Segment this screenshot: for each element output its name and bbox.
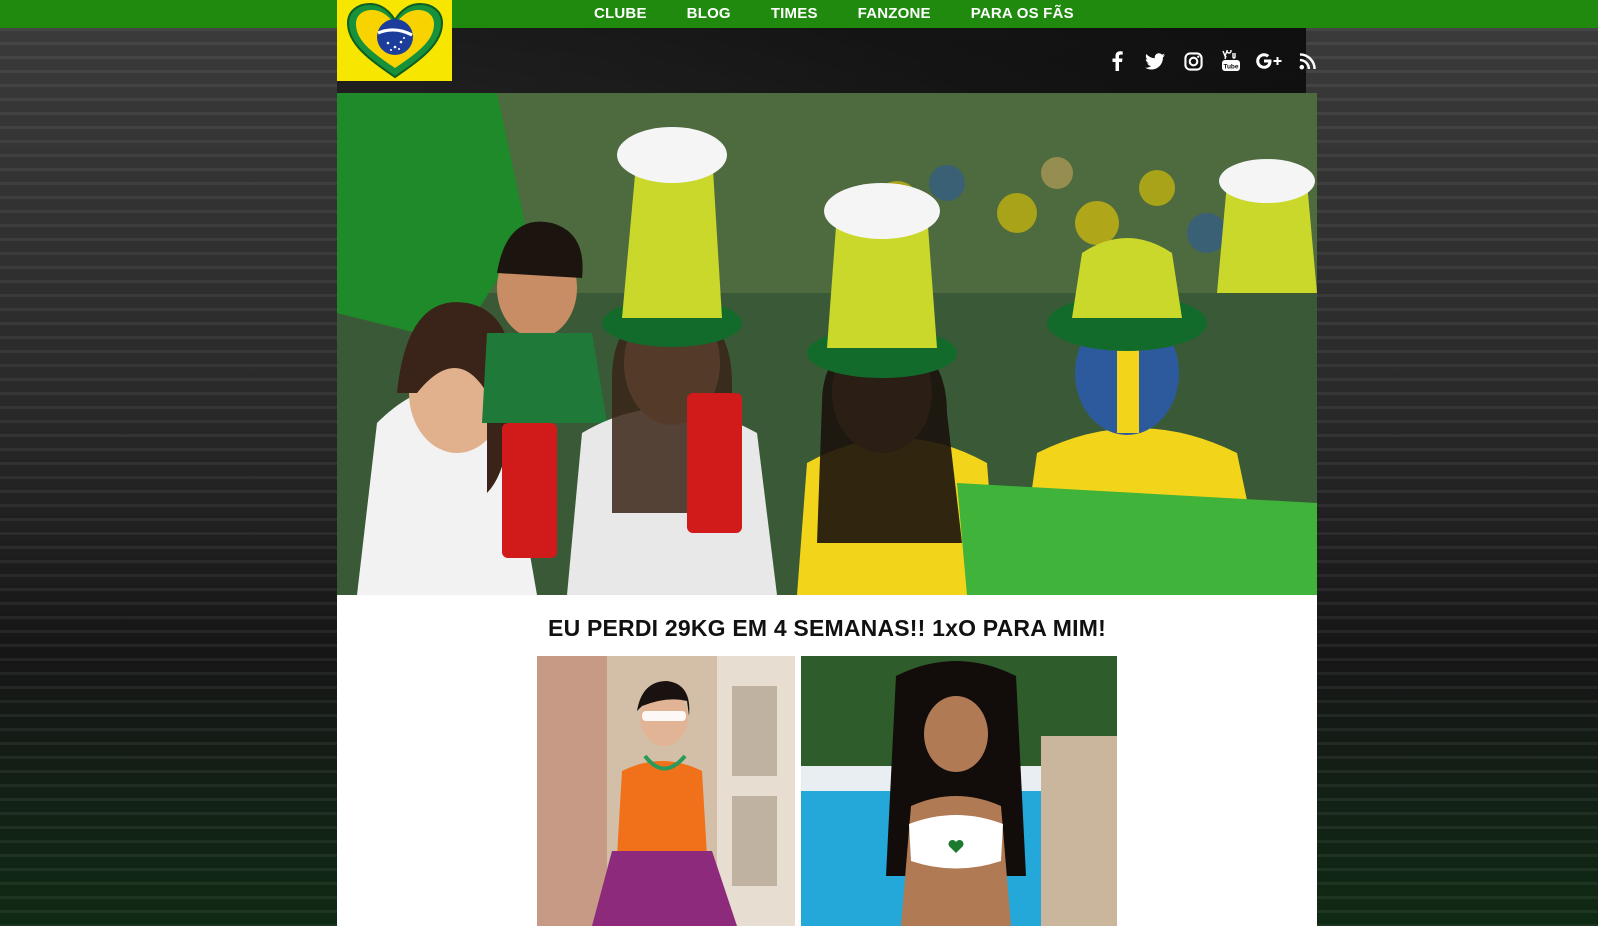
youtube-icon[interactable]: Tube — [1212, 48, 1250, 74]
hero-image-brazil-fans[interactable] — [337, 93, 1317, 595]
nav-item-fanzone[interactable]: FANZONE — [858, 0, 931, 28]
instagram-icon[interactable] — [1174, 48, 1212, 74]
stadium-background-right — [1306, 28, 1598, 926]
facebook-icon[interactable] — [1098, 48, 1136, 74]
nav-item-times[interactable]: TIMES — [771, 0, 818, 28]
twitter-icon[interactable] — [1136, 48, 1174, 74]
nav-item-para-os-fas[interactable]: PARA OS FÃS — [971, 0, 1074, 28]
top-navigation-bar: CLUBE BLOG TIMES FANZONE PARA OS FÃS — [0, 0, 1598, 28]
brazil-heart-logo-icon — [346, 2, 443, 78]
nav-item-clube[interactable]: CLUBE — [594, 0, 647, 28]
google-plus-icon[interactable] — [1250, 48, 1288, 74]
site-logo[interactable] — [337, 0, 452, 81]
hero-illustration — [337, 93, 1317, 595]
social-links: Tube — [1098, 48, 1326, 74]
before-photo-illustration — [537, 656, 795, 926]
rss-icon[interactable] — [1288, 48, 1326, 74]
after-photo-illustration — [801, 656, 1117, 926]
stadium-background-left — [0, 28, 337, 926]
after-photo[interactable] — [801, 656, 1117, 926]
page: CLUBE BLOG TIMES FANZONE PARA OS FÃS Tub… — [0, 0, 1598, 926]
before-photo[interactable] — [537, 656, 795, 926]
main-content: EU PERDI 29KG EM 4 SEMANAS!! 1xO PARA MI… — [337, 93, 1317, 926]
main-nav: CLUBE BLOG TIMES FANZONE PARA OS FÃS — [594, 0, 1114, 28]
article-headline[interactable]: EU PERDI 29KG EM 4 SEMANAS!! 1xO PARA MI… — [337, 615, 1317, 642]
nav-item-blog[interactable]: BLOG — [687, 0, 731, 28]
svg-text:Tube: Tube — [1223, 64, 1238, 71]
